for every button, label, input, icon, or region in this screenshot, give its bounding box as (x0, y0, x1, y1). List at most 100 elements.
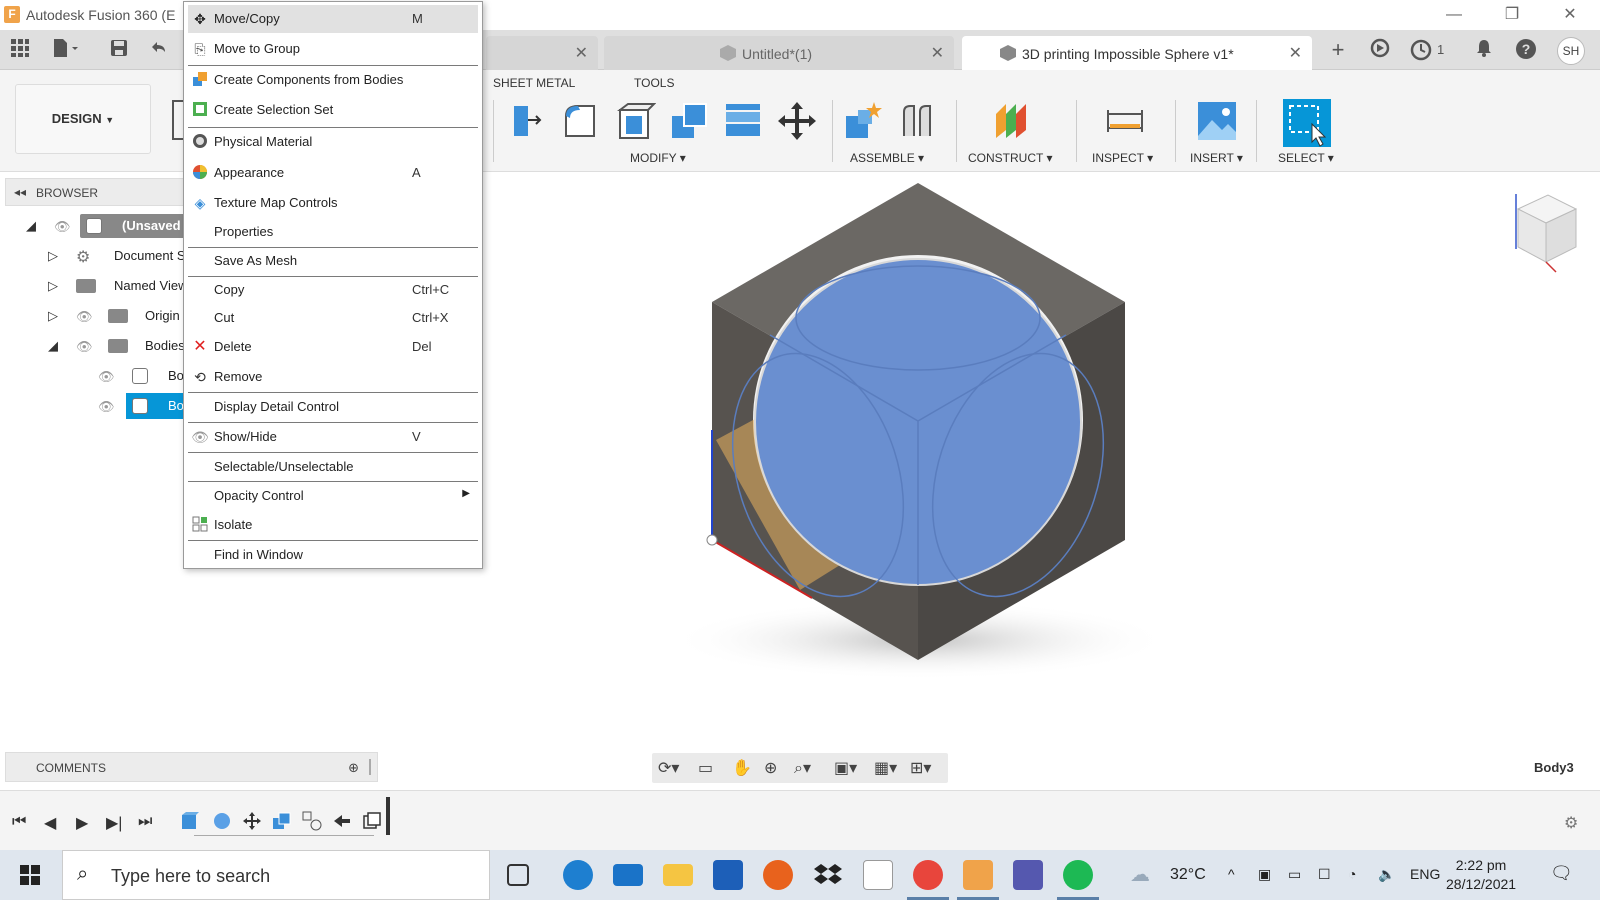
menu-item-move-copy[interactable]: ✥ Move/Copy M (188, 5, 478, 33)
file-explorer-icon[interactable] (663, 864, 693, 886)
dropbox-icon[interactable] (813, 860, 843, 890)
new-component-icon[interactable] (842, 100, 884, 142)
windows-start-icon[interactable] (20, 865, 40, 885)
undo-icon[interactable] (148, 38, 172, 62)
combine-icon[interactable] (668, 100, 710, 142)
new-tab-icon[interactable]: + (1326, 38, 1350, 62)
tab-tools[interactable]: TOOLS (634, 76, 674, 90)
comments-panel[interactable]: COMMENTS ⊕ (5, 752, 378, 782)
menu-item-move-to-group[interactable]: ⎘ Move to Group (188, 35, 478, 63)
modify-menu[interactable]: MODIFY ▾ (630, 151, 686, 165)
task-view-icon[interactable] (507, 864, 529, 886)
pan-icon[interactable]: ✋ (732, 758, 752, 778)
wifi-icon[interactable]: ◔ (1348, 866, 1356, 882)
close-tab-icon[interactable]: ✕ (1289, 43, 1302, 63)
menu-item-create-components[interactable]: Create Components from Bodies (188, 66, 478, 94)
joint-icon[interactable] (896, 100, 938, 142)
notification-center-icon[interactable]: 🗨 (1550, 863, 1573, 884)
menu-item-selectable[interactable]: Selectable/Unselectable (188, 453, 478, 481)
menu-item-create-selection-set[interactable]: Create Selection Set (188, 96, 478, 124)
temperature[interactable]: 32°C (1170, 866, 1206, 884)
close-tab-icon[interactable]: ✕ (575, 43, 588, 63)
menu-item-show-hide[interactable]: 👁 Show/Hide V (188, 423, 478, 451)
orbit-icon[interactable]: ⟳▾ (658, 758, 679, 778)
user-avatar[interactable]: SH (1557, 37, 1585, 65)
panel-grip[interactable] (369, 759, 371, 775)
go-to-start-icon[interactable]: ⏮ (12, 813, 26, 831)
assemble-menu[interactable]: ASSEMBLE ▾ (850, 151, 924, 165)
timeline-marker[interactable] (386, 797, 390, 835)
microsoft-store-icon[interactable] (713, 860, 743, 890)
step-back-icon[interactable]: ◀ (44, 813, 56, 833)
construct-menu[interactable]: CONSTRUCT ▾ (968, 151, 1052, 165)
close-tab-icon[interactable]: ✕ (931, 43, 944, 63)
menu-item-physical-material[interactable]: Physical Material (188, 128, 478, 156)
menu-item-save-as-mesh[interactable]: Save As Mesh (188, 247, 478, 275)
measure-icon[interactable] (1104, 100, 1146, 142)
menu-item-texture-map-controls[interactable]: ◈ Texture Map Controls (188, 189, 478, 217)
extensions-icon[interactable] (1368, 38, 1392, 62)
menu-item-copy[interactable]: Copy Ctrl+C (188, 276, 478, 304)
menu-item-opacity-control[interactable]: Opacity Control ▶ (188, 482, 478, 510)
app-grid-icon[interactable] (8, 38, 32, 62)
step-forward-icon[interactable]: ▶| (106, 813, 122, 833)
job-status-icon[interactable]: 1 (1410, 38, 1450, 62)
tab-hidden-document[interactable]: ✕ (486, 36, 598, 70)
shell-icon[interactable] (614, 100, 656, 142)
remove-feature-icon[interactable] (332, 811, 352, 831)
move-copy-icon[interactable] (776, 100, 818, 142)
teams-icon[interactable] (1013, 860, 1043, 890)
select-icon[interactable] (1282, 98, 1332, 148)
close-window-button[interactable]: ✕ (1550, 4, 1590, 26)
menu-item-delete[interactable]: ✕ Delete Del (188, 333, 478, 361)
timeline-settings-icon[interactable]: ⚙ (1564, 813, 1578, 833)
view-cube-icon[interactable] (1515, 194, 1578, 273)
firefox-icon[interactable] (763, 860, 793, 890)
menu-item-isolate[interactable]: Isolate (188, 511, 478, 539)
system-clock[interactable]: 2:22 pm 28/12/2021 (1446, 856, 1516, 894)
menu-item-find-in-window[interactable]: Find in Window (188, 541, 478, 569)
notifications-icon[interactable] (1472, 38, 1496, 62)
meet-now-icon[interactable]: ▣ (1258, 866, 1271, 883)
workspace-switcher[interactable]: DESIGN ▼ (15, 84, 151, 154)
restore-button[interactable]: ❐ (1492, 4, 1532, 26)
play-icon[interactable]: ▶ (76, 813, 88, 833)
display-settings-icon[interactable]: ▣▾ (834, 758, 857, 778)
viewports-icon[interactable]: ⊞▾ (910, 758, 931, 778)
menu-item-remove[interactable]: ⟲ Remove (188, 363, 478, 391)
volume-icon[interactable]: 🔈 (1378, 866, 1395, 883)
menu-item-display-detail-control[interactable]: Display Detail Control (188, 393, 478, 421)
menu-item-properties[interactable]: Properties (188, 218, 478, 246)
group-feature-icon[interactable] (362, 811, 382, 831)
offset-plane-icon[interactable] (992, 100, 1034, 142)
language-indicator[interactable]: ENG (1410, 866, 1440, 882)
insert-image-icon[interactable] (1196, 100, 1238, 142)
onedrive-icon[interactable]: ☐ (1318, 866, 1331, 883)
minimize-button[interactable]: — (1434, 4, 1474, 26)
fusion-360-icon[interactable] (957, 860, 999, 900)
edge-browser-icon[interactable] (563, 860, 593, 890)
sphere-feature-icon[interactable] (212, 811, 232, 831)
help-icon[interactable]: ? (1514, 38, 1538, 62)
press-pull-icon[interactable] (506, 100, 548, 142)
grid-settings-icon[interactable]: ▦▾ (874, 758, 897, 778)
tab-impossible-sphere[interactable]: 3D printing Impossible Sphere v1* ✕ (962, 36, 1312, 70)
replace-face-icon[interactable] (722, 100, 764, 142)
battery-icon[interactable]: ▭ (1288, 866, 1301, 883)
amazon-icon[interactable] (863, 860, 893, 890)
go-to-end-icon[interactable]: ⏭ (138, 813, 152, 831)
tab-sheet-metal[interactable]: SHEET METAL (493, 76, 575, 90)
spotify-icon[interactable] (1057, 860, 1099, 900)
file-menu-icon[interactable] (52, 38, 78, 62)
box-feature-icon[interactable] (180, 811, 200, 831)
select-menu[interactable]: SELECT ▾ (1278, 151, 1334, 165)
mail-icon[interactable] (613, 864, 643, 886)
weather-icon[interactable]: ☁ (1130, 862, 1150, 887)
taskbar-search-box[interactable]: ⌕ Type here to search (62, 850, 490, 900)
component-feature-icon[interactable] (302, 811, 322, 831)
inspect-menu[interactable]: INSPECT ▾ (1092, 151, 1153, 165)
combine-feature-icon[interactable] (272, 811, 292, 831)
move-feature-icon[interactable] (242, 811, 262, 831)
chrome-icon[interactable] (907, 860, 949, 900)
save-icon[interactable] (107, 38, 131, 62)
